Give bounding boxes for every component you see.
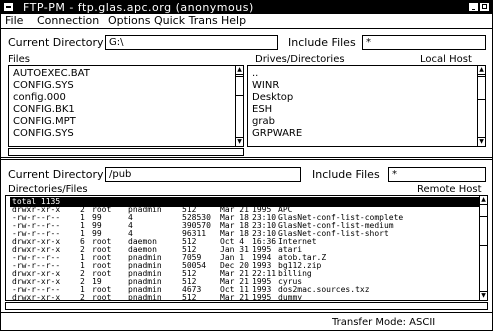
local-current-directory-field[interactable]: G:\ bbox=[105, 35, 278, 50]
row-perm: drwxr-xr-x bbox=[12, 293, 61, 301]
list-item[interactable]: .. bbox=[252, 68, 258, 79]
status-bar: Transfer Mode: ASCII bbox=[1, 312, 492, 331]
remote-include-files-field[interactable]: * bbox=[388, 167, 486, 182]
remote-include-files-label: Include Files bbox=[312, 168, 380, 181]
local-files-scrollbar[interactable]: ▲ ▼ bbox=[235, 66, 243, 146]
remote-current-directory-field[interactable]: /pub bbox=[105, 167, 301, 182]
row-owner: root bbox=[92, 293, 112, 301]
scroll-up-arrow-icon[interactable]: ▲ bbox=[236, 66, 243, 75]
list-item[interactable]: ESH bbox=[252, 104, 272, 115]
remote-files-hscrollbar[interactable] bbox=[5, 302, 488, 310]
scroll-thumb[interactable] bbox=[236, 76, 243, 96]
row-name: dummy bbox=[278, 293, 303, 301]
list-item[interactable]: CONFIG.SYS bbox=[13, 128, 74, 139]
list-item[interactable]: GRPWARE bbox=[252, 128, 302, 139]
remote-files-list[interactable]: total 1135 drwxr-xr-x 2 root pnadmin 512 Mar 2… bbox=[5, 195, 488, 301]
local-include-files-field[interactable]: * bbox=[362, 35, 486, 50]
list-item[interactable]: CONFIG.MPT bbox=[13, 116, 76, 127]
list-item[interactable]: grab bbox=[252, 116, 275, 127]
scroll-thumb[interactable] bbox=[480, 216, 487, 246]
pane-divider bbox=[1, 157, 492, 158]
local-files-hscrollbar[interactable] bbox=[8, 148, 244, 156]
row-group: pnadmin bbox=[128, 293, 162, 301]
scroll-down-arrow-icon[interactable]: ▼ bbox=[236, 137, 243, 146]
scroll-down-arrow-icon[interactable]: ▼ bbox=[480, 291, 487, 300]
list-item[interactable]: Desktop bbox=[252, 92, 293, 103]
scroll-thumb[interactable] bbox=[478, 76, 485, 100]
menu-help[interactable]: Help bbox=[221, 15, 246, 27]
scroll-down-arrow-icon[interactable]: ▼ bbox=[478, 137, 485, 146]
transfer-mode-status: Transfer Mode: ASCII bbox=[332, 317, 436, 328]
maximize-icon[interactable] bbox=[479, 2, 490, 12]
menu-file[interactable]: File bbox=[5, 15, 23, 27]
title-bar[interactable]: FTP-PM - ftp.glas.apc.org (anonymous) bbox=[1, 1, 492, 14]
window-title: FTP-PM - ftp.glas.apc.org (anonymous) bbox=[23, 1, 254, 14]
system-menu-icon[interactable] bbox=[3, 2, 14, 12]
scroll-up-arrow-icon[interactable]: ▲ bbox=[480, 196, 487, 205]
menu-connection[interactable]: Connection bbox=[37, 15, 99, 27]
remote-current-directory-label: Current Directory bbox=[8, 168, 104, 181]
row-time: 1995 bbox=[252, 293, 272, 301]
menu-options[interactable]: Options bbox=[108, 15, 150, 27]
drives-scrollbar[interactable]: ▲ ▼ bbox=[477, 66, 485, 146]
ftp-pm-window: FTP-PM - ftp.glas.apc.org (anonymous) Fi… bbox=[0, 0, 493, 331]
menu-quick-trans[interactable]: Quick Trans bbox=[154, 15, 218, 27]
pane-divider bbox=[1, 159, 492, 160]
list-item[interactable]: AUTOEXEC.BAT bbox=[13, 68, 90, 79]
list-item[interactable]: CONFIG.SYS bbox=[13, 80, 74, 91]
row-links: 2 bbox=[80, 293, 85, 301]
drives-directories-list[interactable]: .. WINR Desktop ESH grab GRPWARE ▲ ▼ bbox=[247, 65, 486, 147]
row-size: 512 bbox=[182, 293, 197, 301]
remote-files-scrollbar[interactable]: ▲ ▼ bbox=[479, 196, 487, 300]
local-include-files-label: Include Files bbox=[288, 36, 356, 49]
row-date: Mar 21 bbox=[220, 293, 249, 301]
scroll-up-arrow-icon[interactable]: ▲ bbox=[478, 66, 485, 75]
list-item[interactable]: config.000 bbox=[13, 92, 66, 103]
list-item[interactable]: WINR bbox=[252, 80, 279, 91]
table-row[interactable]: drwxr-xr-x 2 root pnadmin 512 Mar 21 1995 dummy bbox=[10, 293, 486, 301]
local-files-list[interactable]: AUTOEXEC.BAT CONFIG.SYS config.000 CONFI… bbox=[8, 65, 244, 147]
menu-bar: File Connection Options Quick Trans Help bbox=[1, 14, 492, 29]
local-current-directory-label: Current Directory bbox=[8, 36, 104, 49]
minimize-icon[interactable] bbox=[468, 2, 479, 12]
list-item[interactable]: CONFIG.BK1 bbox=[13, 104, 75, 115]
